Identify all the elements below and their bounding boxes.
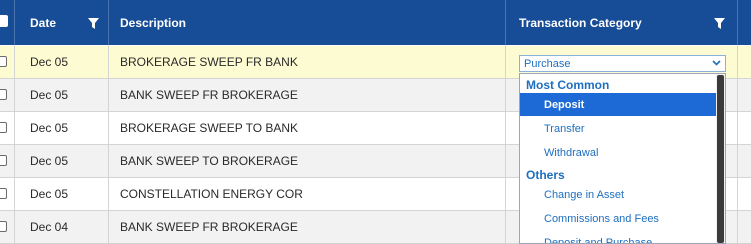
row-date: Dec 05: [30, 121, 69, 135]
dropdown-scrollbar-thumb[interactable]: [717, 75, 724, 243]
column-header-date-label: Date: [30, 15, 57, 30]
category-dropdown[interactable]: Most Common Deposit Transfer Withdrawal …: [519, 73, 726, 244]
chevron-down-icon[interactable]: [712, 58, 721, 70]
category-select-value: Purchase: [524, 57, 571, 70]
column-header-category-label: Transaction Category: [519, 15, 642, 30]
row-checkbox[interactable]: [0, 188, 7, 199]
row-checkbox[interactable]: [0, 56, 7, 67]
row-checkbox[interactable]: [0, 221, 7, 232]
row-checkbox[interactable]: [0, 155, 7, 166]
row-description: BANK SWEEP TO BROKERAGE: [120, 154, 299, 168]
dropdown-option-change-in-asset[interactable]: Change in Asset: [520, 183, 717, 206]
header-divider: [108, 0, 109, 45]
dropdown-option-deposit[interactable]: Deposit: [520, 93, 717, 116]
header-divider: [14, 0, 15, 45]
column-header-description[interactable]: Description: [120, 0, 186, 45]
row-date: Dec 05: [30, 187, 69, 201]
column-divider: [737, 45, 738, 244]
select-all-checkbox[interactable]: [0, 15, 8, 27]
row-date: Dec 05: [30, 55, 69, 69]
filter-icon[interactable]: [88, 16, 99, 29]
row-date: Dec 05: [30, 88, 69, 102]
row-description: BANK SWEEP FR BROKERAGE: [120, 88, 298, 102]
column-divider: [14, 45, 15, 244]
column-divider: [505, 45, 506, 244]
row-date: Dec 04: [30, 220, 69, 234]
column-header-description-label: Description: [120, 15, 187, 30]
row-description: BROKERAGE SWEEP TO BANK: [120, 121, 299, 135]
table-header: Date Description Transaction Category: [0, 0, 751, 45]
row-checkbox[interactable]: [0, 89, 7, 100]
dropdown-group-most-common: Most Common: [526, 78, 610, 92]
row-description: BROKERAGE SWEEP FR BANK: [120, 55, 298, 69]
dropdown-group-others: Others: [526, 168, 565, 182]
dropdown-option-withdrawal[interactable]: Withdrawal: [520, 141, 717, 164]
row-description: BANK SWEEP FR BROKERAGE: [120, 220, 298, 234]
category-select[interactable]: Purchase: [519, 55, 726, 72]
dropdown-scrollbar[interactable]: [716, 74, 725, 243]
dropdown-option-deposit-and-purchase[interactable]: Deposit and Purchase: [520, 231, 717, 244]
column-divider: [108, 45, 109, 244]
column-header-category[interactable]: Transaction Category: [519, 0, 642, 45]
dropdown-option-commissions-and-fees[interactable]: Commissions and Fees: [520, 207, 717, 230]
row-date: Dec 05: [30, 154, 69, 168]
header-divider: [505, 0, 506, 45]
header-divider: [737, 0, 738, 45]
filter-icon[interactable]: [714, 16, 725, 29]
row-description: CONSTELLATION ENERGY COR: [120, 187, 303, 201]
column-header-date[interactable]: Date: [30, 0, 56, 45]
row-checkbox[interactable]: [0, 122, 7, 133]
dropdown-option-transfer[interactable]: Transfer: [520, 117, 717, 140]
